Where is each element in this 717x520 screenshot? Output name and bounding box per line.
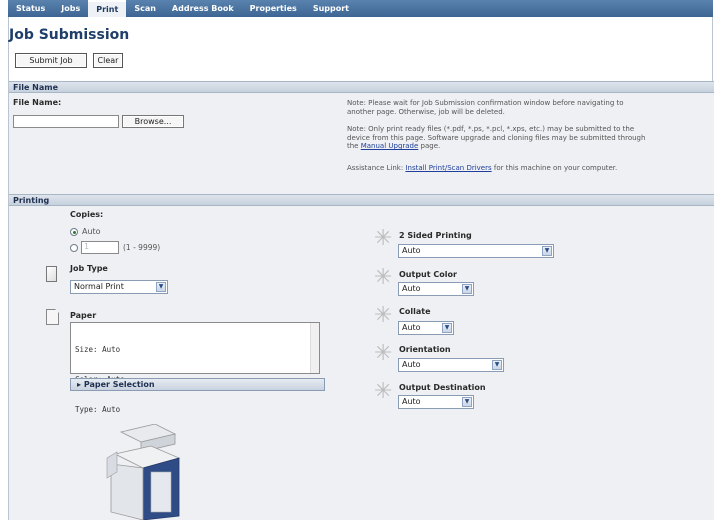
job-type-label: Job Type (70, 264, 108, 273)
file-name-section: File Name: Browse... Note: Please wait f… (9, 93, 714, 194)
manual-upgrade-link[interactable]: Manual Upgrade (361, 142, 419, 150)
assistance-end: for this machine on your computer. (491, 164, 618, 172)
printing-section-header: Printing (9, 194, 714, 206)
page-title: Job Submission (9, 27, 130, 43)
tab-properties[interactable]: Properties (242, 0, 305, 17)
tab-scan[interactable]: Scan (126, 0, 164, 17)
copies-range: (1 - 9999) (123, 243, 161, 252)
collate-label: Collate (399, 307, 431, 316)
two-sided-value: Auto (402, 246, 421, 255)
clear-button[interactable]: Clear (93, 53, 123, 68)
main-frame: Job Submission Submit Job Clear File Nam… (8, 17, 714, 520)
job-type-select[interactable]: Normal Print ▼ (70, 280, 168, 294)
note-wait: Note: Please wait for Job Submission con… (347, 99, 624, 116)
paper-summary: Size: Auto Color: Auto Type: Auto (70, 322, 320, 414)
output-destination-label: Output Destination (399, 383, 486, 392)
orientation-label: Orientation (399, 345, 451, 354)
note-files: Note: Only print ready files (*.pdf, *.p… (347, 125, 647, 151)
output-color-value: Auto (402, 284, 421, 293)
file-name-input[interactable] (13, 115, 119, 128)
asterisk-icon: ✳ (374, 341, 393, 366)
output-destination-select[interactable]: Auto ▼ (398, 395, 474, 409)
printing-section: Copies: Auto 1 (1 - 9999) Job Type Norma… (9, 206, 714, 520)
file-name-section-header: File Name (9, 81, 714, 93)
output-destination-value: Auto (402, 397, 421, 406)
paper-selection-toggle[interactable]: ▸ Paper Selection (70, 378, 325, 391)
note-files-end: page. (418, 142, 441, 150)
collate-value: Auto (402, 323, 421, 332)
printer-image (106, 424, 181, 520)
paper-selection-label: Paper Selection (83, 380, 155, 389)
copies-auto-radio[interactable] (70, 228, 78, 236)
browse-button[interactable]: Browse... (122, 115, 184, 128)
install-drivers-link[interactable]: Install Print/Scan Drivers (405, 164, 491, 172)
chevron-down-icon: ▼ (492, 360, 502, 370)
file-name-label: File Name: (13, 98, 62, 107)
assistance-text: Assistance Link: (347, 164, 406, 172)
assistance-note: Assistance Link: Install Print/Scan Driv… (347, 164, 647, 173)
expand-arrow-icon: ▸ (77, 380, 84, 389)
tab-jobs[interactable]: Jobs (53, 0, 88, 17)
chevron-down-icon: ▼ (462, 284, 472, 294)
paper-scrollbar[interactable] (310, 323, 319, 373)
chevron-down-icon: ▼ (442, 323, 452, 333)
copies-count-radio[interactable] (70, 244, 78, 252)
asterisk-icon: ✳ (374, 265, 393, 290)
collate-select[interactable]: Auto ▼ (398, 321, 454, 335)
orientation-select[interactable]: Auto ▼ (398, 358, 504, 372)
job-type-value: Normal Print (74, 282, 124, 291)
orientation-value: Auto (402, 360, 421, 369)
paper-icon (46, 309, 59, 325)
tab-print[interactable]: Print (88, 0, 127, 17)
top-nav: Status Jobs Print Scan Address Book Prop… (8, 0, 713, 17)
copies-input[interactable]: 1 (81, 241, 119, 254)
asterisk-icon: ✳ (374, 303, 393, 328)
job-type-icon (46, 266, 57, 282)
tab-status[interactable]: Status (8, 0, 53, 17)
output-color-select[interactable]: Auto ▼ (398, 282, 474, 296)
two-sided-select[interactable]: Auto ▼ (398, 244, 554, 258)
paper-type-line: Type: Auto (75, 405, 121, 414)
copies-auto-label: Auto (82, 227, 101, 236)
copies-label: Copies: (70, 210, 104, 219)
tab-address-book[interactable]: Address Book (164, 0, 242, 17)
output-color-label: Output Color (399, 270, 457, 279)
asterisk-icon: ✳ (374, 379, 393, 404)
asterisk-icon: ✳ (374, 226, 393, 251)
chevron-down-icon: ▼ (542, 246, 552, 256)
tab-support[interactable]: Support (305, 0, 357, 17)
paper-label: Paper (70, 311, 97, 320)
submit-job-button[interactable]: Submit Job (15, 53, 87, 68)
two-sided-label: 2 Sided Printing (399, 231, 472, 240)
chevron-down-icon: ▼ (156, 282, 166, 292)
chevron-down-icon: ▼ (462, 397, 472, 407)
paper-size-line: Size: Auto (75, 345, 121, 354)
